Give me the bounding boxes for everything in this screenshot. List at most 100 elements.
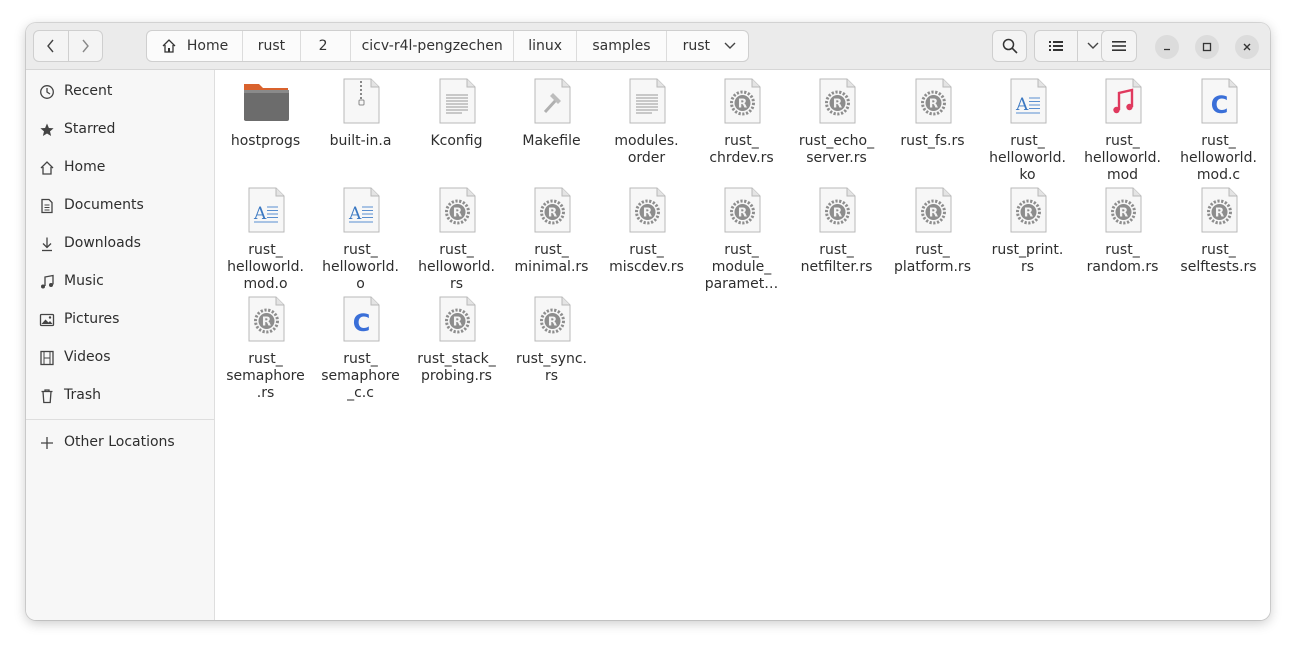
file-name: rust_ helloworld. o	[322, 242, 399, 292]
sidebar-item-pictures[interactable]: Pictures	[26, 301, 214, 339]
svg-text:R: R	[453, 315, 462, 329]
file-item[interactable]: Makefile	[504, 78, 599, 178]
file-name: rust_ module_ paramet…	[704, 242, 779, 292]
file-item[interactable]: rust_ helloworld. mod	[1075, 78, 1170, 183]
archive-file-icon	[341, 78, 381, 124]
home-icon	[40, 161, 54, 175]
breadcrumb-2[interactable]: 2	[301, 31, 352, 61]
breadcrumb-label: Home	[186, 38, 229, 54]
breadcrumb-label: linux	[528, 38, 563, 54]
sidebar-item-label: Trash	[64, 387, 101, 403]
home-icon	[162, 39, 176, 53]
breadcrumb-label: rust	[682, 38, 711, 54]
file-item[interactable]: modules. order	[599, 78, 694, 178]
file-item[interactable]: Kconfig	[409, 78, 504, 178]
file-item[interactable]: Rrust_ platform.rs	[885, 187, 980, 287]
file-item[interactable]: Rrust_sync. rs	[504, 296, 599, 396]
file-item[interactable]: hostprogs	[218, 78, 313, 178]
file-item[interactable]: Rrust_print. rs	[980, 187, 1075, 287]
file-item[interactable]: Arust_ helloworld. ko	[980, 78, 1075, 183]
main-menu-button[interactable]	[1101, 30, 1137, 62]
search-icon	[1002, 38, 1018, 54]
sidebar-item-label: Documents	[64, 197, 144, 213]
sidebar-item-videos[interactable]: Videos	[26, 339, 214, 377]
sidebar-item-music[interactable]: Music	[26, 263, 214, 301]
maximize-icon	[1202, 42, 1212, 52]
breadcrumb-label: samples	[592, 38, 651, 54]
file-item[interactable]: Rrust_echo_ server.rs	[789, 78, 884, 178]
file-item[interactable]: Arust_ helloworld. mod.o	[218, 187, 313, 292]
sidebar-item-starred[interactable]: Starred	[26, 111, 214, 149]
sidebar-item-home[interactable]: Home	[26, 149, 214, 187]
c-source-file-icon: C	[341, 296, 381, 342]
file-item[interactable]: Rrust_ helloworld. rs	[409, 187, 504, 292]
file-item[interactable]: Rrust_ chrdev.rs	[694, 78, 789, 178]
svg-text:C: C	[353, 309, 371, 337]
c-source-file-icon: C	[1199, 78, 1239, 124]
file-name: rust_ helloworld. ko	[989, 133, 1066, 183]
breadcrumb-rust-current[interactable]: rust	[667, 31, 748, 61]
file-name: rust_fs.rs	[900, 133, 965, 149]
breadcrumb-rust[interactable]: rust	[243, 31, 301, 61]
svg-text:A: A	[253, 204, 267, 224]
rust-file-icon: R	[817, 187, 857, 233]
svg-text:R: R	[738, 206, 747, 220]
file-item[interactable]: Arust_ helloworld. o	[313, 187, 408, 292]
breadcrumb-linux[interactable]: linux	[514, 31, 578, 61]
file-item[interactable]: Rrust_ miscdev.rs	[599, 187, 694, 287]
file-item[interactable]: Rrust_stack_ probing.rs	[409, 296, 504, 396]
picture-icon	[39, 313, 55, 327]
file-name: rust_ helloworld. rs	[418, 242, 495, 292]
rust-file-icon: R	[722, 78, 762, 124]
file-name: rust_print. rs	[991, 242, 1064, 275]
file-name: modules. order	[614, 133, 679, 166]
rust-file-icon: R	[437, 187, 477, 233]
search-button[interactable]	[992, 30, 1027, 62]
file-item[interactable]: Crust_ helloworld. mod.c	[1171, 78, 1266, 183]
file-item[interactable]: Rrust_fs.rs	[885, 78, 980, 178]
file-item[interactable]: Rrust_ random.rs	[1075, 187, 1170, 287]
list-view-button[interactable]	[1035, 31, 1079, 61]
sidebar-item-downloads[interactable]: Downloads	[26, 225, 214, 263]
document-file-icon: A	[246, 187, 286, 233]
sidebar-item-documents[interactable]: Documents	[26, 187, 214, 225]
file-item[interactable]: built-in.a	[313, 78, 408, 178]
file-name: built-in.a	[329, 133, 392, 149]
breadcrumb-home[interactable]: Home	[147, 31, 244, 61]
file-item[interactable]: Crust_ semaphore _c.c	[313, 296, 408, 401]
sidebar-item-recent[interactable]: Recent	[26, 73, 214, 111]
star-icon	[40, 123, 54, 136]
file-name: rust_ random.rs	[1086, 242, 1159, 275]
svg-text:C: C	[1211, 91, 1229, 119]
file-name: rust_ netfilter.rs	[800, 242, 873, 275]
file-item[interactable]: Rrust_ semaphore .rs	[218, 296, 313, 401]
file-name: rust_stack_ probing.rs	[417, 351, 496, 384]
breadcrumb-samples[interactable]: samples	[577, 31, 667, 61]
forward-button[interactable]	[67, 31, 103, 61]
close-button[interactable]	[1235, 35, 1259, 59]
file-item[interactable]: Rrust_ selftests.rs	[1171, 187, 1266, 287]
breadcrumb-cicv[interactable]: cicv-r4l-pengzechen	[351, 31, 514, 61]
svg-text:R: R	[643, 206, 652, 220]
file-item[interactable]: Rrust_ netfilter.rs	[789, 187, 884, 287]
plus-icon	[41, 437, 53, 449]
svg-text:R: R	[1024, 206, 1033, 220]
breadcrumb-label: cicv-r4l-pengzechen	[361, 38, 503, 54]
sidebar-item-other-locations[interactable]: Other Locations	[26, 424, 214, 462]
download-icon	[42, 237, 52, 252]
file-manager-window: Home rust 2 cicv-r4l-pengzechen linux sa…	[26, 23, 1270, 620]
back-button[interactable]	[34, 31, 68, 61]
sidebar-item-trash[interactable]: Trash	[26, 377, 214, 415]
breadcrumb-label: rust	[257, 38, 286, 54]
maximize-button[interactable]	[1195, 35, 1219, 59]
file-item[interactable]: Rrust_ minimal.rs	[504, 187, 599, 287]
view-toggle-group	[1034, 30, 1108, 62]
list-view-icon	[1049, 41, 1064, 51]
rust-file-icon: R	[532, 187, 572, 233]
svg-text:R: R	[262, 315, 271, 329]
minimize-button[interactable]	[1155, 35, 1179, 59]
rust-file-icon: R	[532, 296, 572, 342]
chevron-left-icon	[46, 39, 54, 53]
file-name: rust_ minimal.rs	[514, 242, 589, 275]
file-item[interactable]: Rrust_ module_ paramet…	[694, 187, 789, 292]
